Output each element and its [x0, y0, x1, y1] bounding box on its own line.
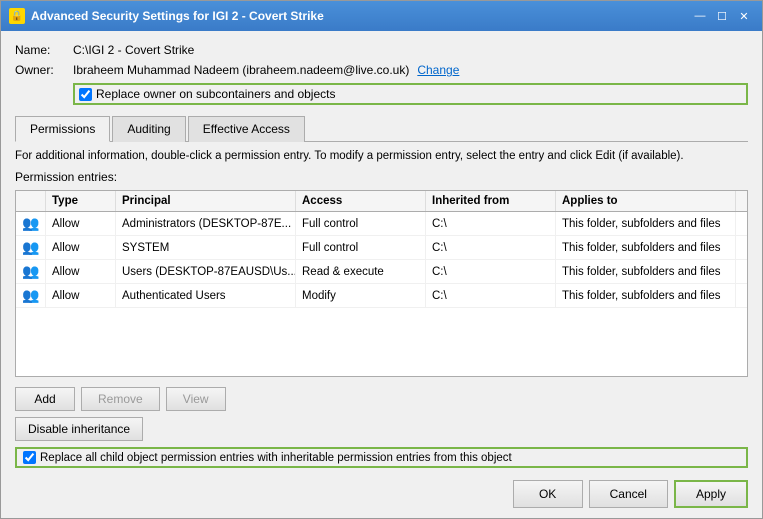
row-access: Read & execute: [296, 260, 426, 283]
name-row: Name: C:\IGI 2 - Covert Strike: [15, 43, 748, 57]
row-applies: This folder, subfolders and files: [556, 212, 736, 235]
row-inherited: C:\: [426, 260, 556, 283]
col-access: Access: [296, 191, 426, 211]
main-window: 🔒 Advanced Security Settings for IGI 2 -…: [0, 0, 763, 519]
table-body: 👥 Allow Administrators (DESKTOP-87E... F…: [16, 212, 747, 308]
replace-owner-checkbox[interactable]: [79, 88, 92, 101]
row-type: Allow: [46, 236, 116, 259]
row-icon: 👥: [16, 212, 46, 235]
title-bar-left: 🔒 Advanced Security Settings for IGI 2 -…: [9, 8, 324, 24]
row-principal: SYSTEM: [116, 236, 296, 259]
change-link[interactable]: Change: [417, 63, 459, 77]
replace-child-label: Replace all child object permission entr…: [40, 452, 512, 464]
bottom-buttons: Add Remove View: [15, 387, 748, 411]
row-access: Full control: [296, 212, 426, 235]
row-inherited: C:\: [426, 212, 556, 235]
col-principal: Principal: [116, 191, 296, 211]
view-button[interactable]: View: [166, 387, 226, 411]
row-type: Allow: [46, 284, 116, 307]
name-value: C:\IGI 2 - Covert Strike: [73, 43, 194, 57]
row-principal: Authenticated Users: [116, 284, 296, 307]
row-inherited: C:\: [426, 236, 556, 259]
tab-auditing[interactable]: Auditing: [112, 116, 185, 142]
replace-owner-label: Replace owner on subcontainers and objec…: [96, 87, 335, 101]
row-icon: 👥: [16, 236, 46, 259]
owner-label: Owner:: [15, 63, 65, 77]
row-access: Full control: [296, 236, 426, 259]
tab-effective-access[interactable]: Effective Access: [188, 116, 305, 142]
col-icon: [16, 191, 46, 211]
dialog-content: Name: C:\IGI 2 - Covert Strike Owner: Ib…: [1, 31, 762, 518]
row-applies: This folder, subfolders and files: [556, 236, 736, 259]
window-title: Advanced Security Settings for IGI 2 - C…: [31, 9, 324, 23]
row-applies: This folder, subfolders and files: [556, 260, 736, 283]
owner-value: Ibraheem Muhammad Nadeem (ibraheem.nadee…: [73, 63, 409, 77]
title-controls: — ☐ ✕: [690, 7, 754, 25]
remove-button[interactable]: Remove: [81, 387, 160, 411]
col-inherited: Inherited from: [426, 191, 556, 211]
owner-row: Owner: Ibraheem Muhammad Nadeem (ibrahee…: [15, 63, 748, 77]
window-icon: 🔒: [9, 8, 25, 24]
table-header: Type Principal Access Inherited from App…: [16, 191, 747, 212]
row-type: Allow: [46, 212, 116, 235]
apply-button[interactable]: Apply: [674, 480, 748, 508]
table-row[interactable]: 👥 Allow Authenticated Users Modify C:\ T…: [16, 284, 747, 308]
row-access: Modify: [296, 284, 426, 307]
replace-child-checkbox[interactable]: [23, 451, 36, 464]
disable-inheritance-button[interactable]: Disable inheritance: [15, 417, 143, 441]
table-row[interactable]: 👥 Allow Administrators (DESKTOP-87E... F…: [16, 212, 747, 236]
add-button[interactable]: Add: [15, 387, 75, 411]
permissions-table: Type Principal Access Inherited from App…: [15, 190, 748, 377]
replace-owner-checkbox-row: Replace owner on subcontainers and objec…: [73, 83, 748, 105]
disable-inheritance-row: Disable inheritance: [15, 417, 748, 441]
table-row[interactable]: 👥 Allow Users (DESKTOP-87EAUSD\Us... Rea…: [16, 260, 747, 284]
col-type: Type: [46, 191, 116, 211]
close-button[interactable]: ✕: [734, 7, 754, 25]
cancel-button[interactable]: Cancel: [589, 480, 668, 508]
footer-buttons: OK Cancel Apply: [15, 480, 748, 508]
replace-child-checkbox-row: Replace all child object permission entr…: [15, 447, 748, 468]
maximize-button[interactable]: ☐: [712, 7, 732, 25]
entries-label: Permission entries:: [15, 170, 748, 184]
row-inherited: C:\: [426, 284, 556, 307]
col-applies: Applies to: [556, 191, 736, 211]
row-icon: 👥: [16, 260, 46, 283]
row-icon: 👥: [16, 284, 46, 307]
minimize-button[interactable]: —: [690, 7, 710, 25]
tab-permissions[interactable]: Permissions: [15, 116, 110, 142]
table-row[interactable]: 👥 Allow SYSTEM Full control C:\ This fol…: [16, 236, 747, 260]
title-bar: 🔒 Advanced Security Settings for IGI 2 -…: [1, 1, 762, 31]
row-applies: This folder, subfolders and files: [556, 284, 736, 307]
tabs-container: Permissions Auditing Effective Access: [15, 115, 748, 142]
description-text: For additional information, double-click…: [15, 148, 748, 164]
name-label: Name:: [15, 43, 65, 57]
ok-button[interactable]: OK: [513, 480, 583, 508]
row-type: Allow: [46, 260, 116, 283]
row-principal: Users (DESKTOP-87EAUSD\Us...: [116, 260, 296, 283]
row-principal: Administrators (DESKTOP-87E...: [116, 212, 296, 235]
